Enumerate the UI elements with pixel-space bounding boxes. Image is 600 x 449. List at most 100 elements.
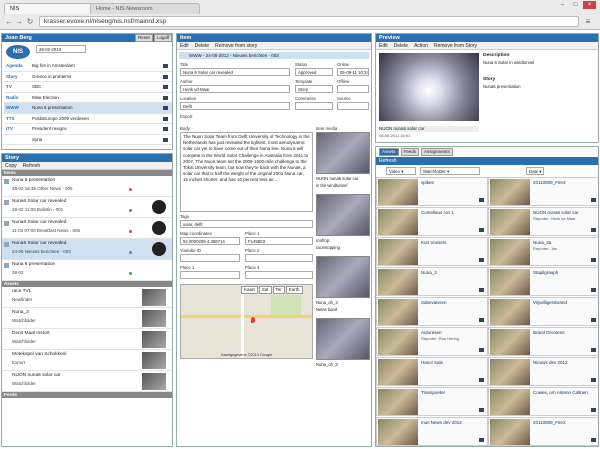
thumbnail-icon[interactable] xyxy=(152,221,166,235)
source-field[interactable] xyxy=(337,102,369,110)
asset-card[interactable]: mus News dev 2012 xyxy=(376,417,488,446)
edit-button[interactable]: Edit xyxy=(180,43,189,49)
maximize-button[interactable]: □ xyxy=(569,1,582,9)
status-field[interactable]: Approved xyxy=(295,68,333,76)
asset-thumbnail[interactable] xyxy=(142,331,166,348)
story-item[interactable]: Nuna6 Solar car revealed 11-03 07:00 Brea… xyxy=(2,218,172,239)
asset-card-thumbnail[interactable] xyxy=(378,389,418,415)
card-action-icon[interactable] xyxy=(479,198,484,202)
filter-sort-select[interactable]: Date ▾ xyxy=(526,167,544,175)
tags-field[interactable]: solar, delft xyxy=(180,220,313,228)
media-item[interactable]: Nuna_oh_3 xyxy=(316,318,370,378)
preview-image[interactable] xyxy=(379,53,479,121)
place1-field[interactable]: FL45803 xyxy=(245,237,313,245)
comments-field[interactable] xyxy=(295,102,333,110)
media-item[interactable]: NUON nuna6 solar car in the windtunnel xyxy=(316,132,370,192)
date-picker[interactable]: 28-02-2013 xyxy=(36,45,86,53)
browser-tab-home[interactable]: Home - NIS Newsroom xyxy=(90,3,200,14)
back-icon[interactable]: ← xyxy=(4,16,14,27)
card-action-icon[interactable] xyxy=(591,258,596,262)
asset-card[interactable]: Contellaus ron 1 xyxy=(376,207,488,236)
place-field[interactable] xyxy=(180,271,240,279)
story-item[interactable]: Nuna6 Solar car revealed 24-05 Nieuws ber… xyxy=(2,239,172,260)
card-action-icon[interactable] xyxy=(479,438,484,442)
thumbnail-icon[interactable] xyxy=(152,242,166,256)
assets-tab[interactable]: Feeds xyxy=(400,148,420,156)
asset-card[interactable]: Stapilgraaph xyxy=(488,267,598,296)
asset-card[interactable]: Nieuws dev 2012 xyxy=(488,357,598,386)
asset-card[interactable]: Vrijwilligersbrand xyxy=(488,297,598,326)
asset-card[interactable]: Nuna_2a Reporter: Jos xyxy=(488,237,598,266)
asset-card[interactable]: 20110809_Fire2 xyxy=(488,417,598,446)
place4-field[interactable] xyxy=(245,271,313,279)
asset-card-thumbnail[interactable] xyxy=(378,419,418,445)
url-bar[interactable]: krasser.evoxe.nl/niseng/nis.nsf/mainrd.x… xyxy=(39,16,579,27)
nav-row[interactable]: Agenda Big fire in Amsterdam xyxy=(4,61,172,72)
filter-source-select[interactable]: Watchfolder ▾ xyxy=(420,167,480,175)
map-marker-icon[interactable] xyxy=(251,317,255,323)
minimize-button[interactable]: – xyxy=(556,1,569,9)
nav-row[interactable]: WWW Nuna 6 presentation xyxy=(4,103,172,114)
map-type-button[interactable]: Ter xyxy=(272,286,285,294)
filter-type-select[interactable]: Video ▾ xyxy=(386,167,416,175)
asset-thumbnail[interactable] xyxy=(142,373,166,390)
nav-row[interactable]: ITV President resigns xyxy=(4,124,172,135)
card-action-icon[interactable] xyxy=(479,288,484,292)
youtube-field[interactable] xyxy=(180,254,240,262)
asset-card[interactable]: NUON nuna6 solar car Reporter: Henk vd Ma… xyxy=(488,207,598,236)
body-field[interactable]: The Nuon Solar Team from Delft Universit… xyxy=(180,132,313,212)
asset-card-thumbnail[interactable] xyxy=(378,239,418,265)
forward-icon[interactable]: → xyxy=(14,16,24,27)
asset-card-thumbnail[interactable] xyxy=(490,209,530,235)
preview-action-button[interactable]: Action xyxy=(414,43,428,49)
media-thumbnail[interactable] xyxy=(316,194,370,236)
card-action-icon[interactable] xyxy=(479,378,484,382)
card-action-icon[interactable] xyxy=(591,318,596,322)
asset-card-thumbnail[interactable] xyxy=(490,329,530,355)
asset-card[interactable]: Autoresen Reporter: Ron Hering xyxy=(376,327,488,356)
online-field[interactable]: 05-09-11 10:34 xyxy=(337,68,369,76)
asset-card-thumbnail[interactable] xyxy=(378,179,418,205)
preview-delete-button[interactable]: Delete xyxy=(394,43,408,49)
nav-row[interactable]: Story Greece in problems xyxy=(4,72,172,82)
asset-card-thumbnail[interactable] xyxy=(490,419,530,445)
offline-field[interactable] xyxy=(337,85,369,93)
map-view[interactable]: Kaart Sat Ter Earth Kaartgegevens ©2013 Goo… xyxy=(180,284,313,359)
card-action-icon[interactable] xyxy=(479,318,484,322)
logoff-button[interactable]: Logoff xyxy=(154,34,172,42)
title-field[interactable]: Nuna 6 Solar car revealed xyxy=(180,68,290,76)
item-icon[interactable] xyxy=(163,64,168,68)
asset-card[interactable]: Cowes, urn Antenn Caltnen xyxy=(488,387,598,416)
asset-card-thumbnail[interactable] xyxy=(490,299,530,325)
asset-card-thumbnail[interactable] xyxy=(490,179,530,205)
media-item[interactable]: Nuna_oh_3 Nelas band xyxy=(316,256,370,316)
template-field[interactable]: Story xyxy=(295,85,333,93)
card-action-icon[interactable] xyxy=(591,438,596,442)
reset-button[interactable]: Reset xyxy=(135,34,153,42)
assets-refresh-button[interactable]: Refresh xyxy=(379,158,397,164)
media-thumbnail[interactable] xyxy=(316,256,370,298)
map-coordinates-field[interactable]: 52.0000209 4.356714 xyxy=(180,237,240,245)
thumbnail-icon[interactable] xyxy=(152,200,166,214)
preview-edit-button[interactable]: Edit xyxy=(379,43,388,49)
asset-card[interactable]: Brand Drontens xyxy=(488,327,598,356)
card-action-icon[interactable] xyxy=(479,408,484,412)
assets-tab[interactable]: Assignments xyxy=(421,148,453,156)
delete-button[interactable]: Delete xyxy=(195,43,209,49)
asset-card[interactable]: Kort Vossers xyxy=(376,237,488,266)
asset-thumbnail[interactable] xyxy=(142,289,166,306)
map-type-button[interactable]: Earth xyxy=(285,286,303,294)
card-action-icon[interactable] xyxy=(591,198,596,202)
story-asset[interactable]: Nuna_3 Watchfolder xyxy=(2,308,172,329)
asset-card-thumbnail[interactable] xyxy=(378,359,418,385)
asset-card-thumbnail[interactable] xyxy=(490,239,530,265)
story-item[interactable]: Nuna 6 presentation 28-02 16:36 Other New… xyxy=(2,176,172,197)
story-asset[interactable]: NUON nuna6 solar car Watchfolder xyxy=(2,371,172,392)
reload-icon[interactable]: ↻ xyxy=(25,16,35,27)
story-asset[interactable]: Denit Maal Instort Watchfolder xyxy=(2,329,172,350)
item-icon[interactable] xyxy=(163,116,168,121)
asset-card-thumbnail[interactable] xyxy=(378,209,418,235)
asset-thumbnail[interactable] xyxy=(142,310,166,327)
card-action-icon[interactable] xyxy=(591,228,596,232)
story-item[interactable]: Nuna 6 presentation 28-02 xyxy=(2,260,172,281)
